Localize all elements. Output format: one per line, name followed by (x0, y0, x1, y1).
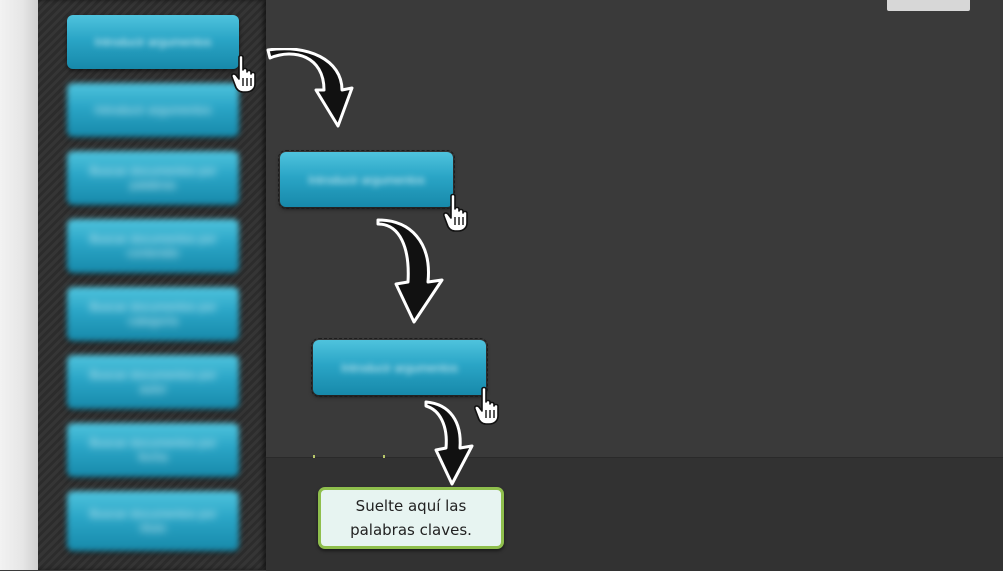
sidebar-item-label: Buscar documentos por contenido (89, 232, 217, 260)
sidebar-item[interactable]: Buscar documentos por fecha (67, 423, 239, 477)
sidebar-item-label: Buscar documentos por palabras (89, 164, 217, 192)
sidebar-item[interactable]: Buscar documentos por título (67, 491, 239, 551)
sidebar-item-label: Introducir argumentos (94, 103, 212, 117)
dragged-item-label: Introducir argumentos (308, 172, 425, 187)
sidebar-item[interactable]: Buscar documentos por categoría (67, 287, 239, 341)
sidebar-item-label: Buscar documentos por fecha (89, 436, 217, 464)
sidebar-item-label: Introducir argumentos (94, 35, 212, 49)
dragged-item-step-1[interactable]: Introducir argumentos (278, 150, 455, 209)
sidebar-item-label: Buscar documentos por título (89, 507, 217, 535)
dragged-item-label: Introducir argumentos (341, 360, 458, 375)
sidebar-item[interactable]: Buscar documentos por palabras (67, 151, 239, 205)
sidebar-item[interactable]: Buscar documentos por autor (67, 355, 239, 409)
drop-marker (383, 455, 385, 458)
curved-arrow-down-icon (424, 400, 474, 486)
sidebar-item-active[interactable]: Introducir argumentos (67, 15, 239, 69)
sidebar-item-label: Buscar documentos por categoría (89, 300, 217, 328)
dropzone-text: Suelte aquí las palabras claves. (336, 494, 486, 542)
pointer-hand-icon (231, 54, 256, 93)
window-frame (0, 0, 38, 570)
dragged-item-step-2[interactable]: Introducir argumentos (311, 338, 488, 397)
curved-arrow-down-icon (266, 48, 354, 128)
sidebar-item-label: Buscar documentos por autor (89, 368, 217, 396)
curved-arrow-down-icon (376, 218, 444, 324)
dropzone-line-1: Suelte aquí las (355, 497, 467, 515)
sidebar-item[interactable]: Buscar documentos por contenido (67, 219, 239, 273)
top-right-tab[interactable] (887, 0, 970, 11)
sidebar-item[interactable]: Introducir argumentos (67, 83, 239, 137)
dropzone-line-2: palabras claves. (350, 521, 472, 539)
drop-marker (313, 455, 315, 458)
dropzone-callout[interactable]: Suelte aquí las palabras claves. (318, 487, 504, 549)
